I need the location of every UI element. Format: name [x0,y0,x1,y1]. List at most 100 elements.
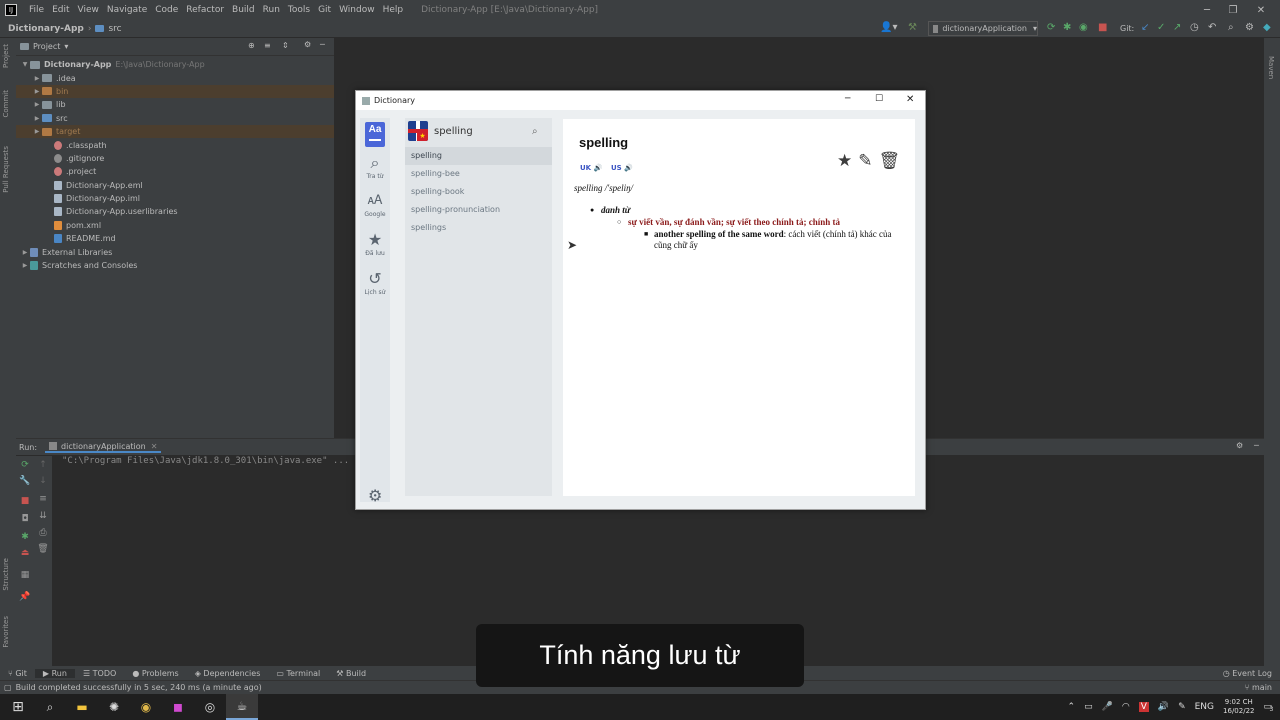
history-icon[interactable]: ◷ [1190,22,1199,33]
close-icon[interactable]: ✕ [1248,0,1274,20]
down-icon[interactable]: ↓ [36,476,50,486]
tree-row[interactable]: ▶ target [16,124,334,139]
trash-icon[interactable]: 🗑 [879,151,901,171]
chevron-down-icon[interactable]: ▾ [64,42,68,51]
event-log-button[interactable]: ◷ Event Log [1215,669,1280,678]
exit-icon[interactable]: ⏏ [18,548,32,558]
expand-all-icon[interactable]: ≡ [264,41,271,50]
settings-app-icon[interactable]: ✺ [98,694,130,720]
menu-navigate[interactable]: Navigate [103,5,151,15]
search-input[interactable] [434,125,532,137]
nav-history[interactable]: ↺ Lịch sử [360,270,390,297]
suggestion-item[interactable]: spelling-book [405,183,552,201]
java-app-icon[interactable]: ☕ [226,694,258,720]
git-push-icon[interactable]: ↗ [1173,22,1181,33]
rollback-icon[interactable]: ↶ [1208,22,1216,33]
minimize-icon[interactable]: ─ [845,94,850,104]
tree-row[interactable]: Dictionary-App.eml [16,179,334,192]
menu-view[interactable]: View [74,5,103,15]
coverage-icon[interactable]: ◉ [1079,22,1088,33]
tree-row[interactable]: .gitignore [16,152,334,165]
tool-tab-run[interactable]: ▶ Run [34,668,75,678]
close-icon[interactable]: ✕ [906,94,914,105]
wifi-icon[interactable]: ◠ [1122,702,1130,712]
tool-tab-terminal[interactable]: ▭ Terminal [268,669,328,678]
trash-icon[interactable]: 🗑 [36,544,50,554]
maximize-icon[interactable]: ☐ [875,94,883,104]
hide-icon[interactable]: ─ [1254,441,1259,450]
tree-row[interactable]: ▶ lib [16,98,334,111]
clock[interactable]: 9:02 CH 16/02/22 [1223,698,1254,716]
menu-tools[interactable]: Tools [284,5,314,15]
nav-google[interactable]: 🗚 Google [360,192,390,218]
git-commit-icon[interactable]: ✓ [1157,22,1165,33]
tool-window-project[interactable]: Project [2,44,10,68]
wrench-icon[interactable]: 🔧 [18,476,32,486]
pron-uk-button[interactable]: UK 🔊 [580,164,602,172]
en-vi-flag-icon[interactable]: ★ [408,121,428,141]
chrome-icon[interactable]: ◉ [130,694,162,720]
rerun-icon[interactable]: ⟳ [1047,22,1055,33]
user-icon[interactable]: 👤▾ [880,22,897,33]
chevron-right-icon[interactable]: ▶ [20,249,30,256]
language-indicator[interactable]: ENG [1195,702,1214,712]
run-tab[interactable]: dictionaryApplication ✕ [45,442,162,453]
tool-window-commit[interactable]: Commit [2,90,10,118]
gear-icon[interactable]: ⚙ [1236,441,1243,450]
up-icon[interactable]: ↑ [36,460,50,470]
tree-row[interactable]: ▼ Dictionary-App E:\Java\Dictionary-App [16,58,334,71]
menu-code[interactable]: Code [151,5,182,15]
maximize-icon[interactable]: ❐ [1220,0,1246,20]
tree-row[interactable]: README.md [16,232,334,245]
nav-lookup[interactable]: ⌕ Tra từ [360,154,390,181]
chevron-up-icon[interactable]: ⌃ [1068,702,1076,712]
tree-row[interactable]: ▶ .idea [16,71,334,84]
suggestion-item[interactable]: spelling [405,147,552,165]
console-output[interactable]: "C:\Program Files\Java\jdk1.8.0_301\bin\… [62,456,349,466]
suggestion-item[interactable]: spelling-bee [405,165,552,183]
suggestion-item[interactable]: spelling-pronunciation [405,201,552,219]
run-config-select[interactable]: dictionaryApplication ▾ [928,21,1038,36]
status-text[interactable]: Build completed successfully in 5 sec, 2… [16,683,262,692]
tool-window-favorites[interactable]: Favorites [2,616,10,648]
menu-window[interactable]: Window [335,5,379,15]
search-icon[interactable]: ⌕ [34,694,66,720]
tree-row[interactable]: pom.xml [16,219,334,232]
hammer-icon[interactable]: ⚒ [908,22,917,33]
minimize-icon[interactable]: ─ [1194,0,1220,20]
collapse-all-icon[interactable]: ⇕ [282,41,289,50]
tool-tab-git[interactable]: ⑂ Git [0,669,35,678]
tree-row[interactable]: ▶ src [16,112,334,125]
scroll-end-icon[interactable]: ⇊ [36,511,50,521]
chevron-right-icon[interactable]: ▶ [20,262,30,269]
tree-row[interactable]: .project [16,165,334,178]
chevron-down-icon[interactable]: ▼ [20,61,30,68]
tool-tab-problems[interactable]: ● Problems [124,669,186,678]
chevron-right-icon[interactable]: ▶ [32,101,42,108]
menu-edit[interactable]: Edit [48,5,73,15]
project-panel-title[interactable]: Project [33,42,60,51]
vpn-icon[interactable]: V [1138,702,1149,712]
microphone-icon[interactable]: 🎤 [1102,702,1113,712]
soft-wrap-icon[interactable]: ≡ [36,494,50,504]
file-explorer-icon[interactable]: ▬ [66,694,98,720]
notification-icon[interactable]: ▭ 3 [1263,702,1273,713]
search-icon[interactable]: ⌕ [532,126,538,137]
network-icon[interactable]: ▭ [1084,702,1093,712]
breadcrumb-folder[interactable]: src [108,24,121,34]
close-icon[interactable]: ✕ [151,442,158,451]
star-icon[interactable]: ★ [837,151,852,171]
git-update-icon[interactable]: ↙ [1141,22,1149,33]
debug-icon[interactable]: ✱ [1063,22,1071,33]
locate-icon[interactable]: ⊕ [248,41,255,50]
menu-help[interactable]: Help [379,5,408,15]
tool-window-structure[interactable]: Structure [2,558,10,591]
plugin-icon[interactable]: ◆ [1263,22,1271,33]
debug-icon[interactable]: ✱ [18,532,32,542]
edit-icon[interactable]: ✎ [1178,702,1186,712]
chevron-right-icon[interactable]: ▶ [32,128,42,135]
menu-run[interactable]: Run [259,5,284,15]
edit-icon[interactable]: ✎ [858,151,872,171]
tool-tab-todo[interactable]: ☰ TODO [75,669,124,678]
rerun-icon[interactable]: ⟳ [18,460,32,470]
